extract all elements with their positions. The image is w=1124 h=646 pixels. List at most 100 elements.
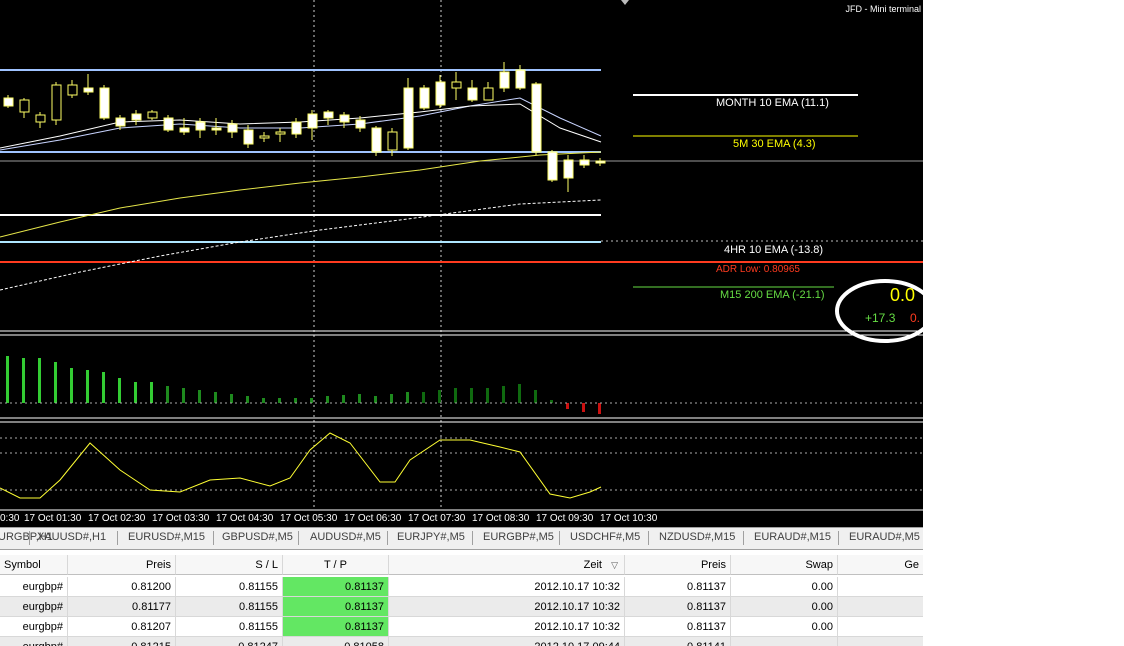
candle-body (499, 71, 510, 89)
column-header-current-price[interactable]: Preis (625, 555, 731, 575)
cell-symbol: eurgbp# (0, 597, 68, 617)
histogram-bar (502, 386, 505, 403)
histogram-bar (150, 382, 153, 403)
time-label: 0:30 (0, 513, 20, 524)
cell-swap: 0.00 (731, 597, 838, 617)
column-header-tp[interactable]: T / P (283, 555, 389, 575)
chart-tab[interactable]: USDCHF#,M5 (570, 531, 640, 543)
column-header-swap[interactable]: Swap (731, 555, 838, 575)
cell-price: 0.81207 (68, 617, 176, 637)
candle-body (147, 111, 158, 119)
histogram-bar (6, 356, 9, 403)
time-label: 17 Oct 01:30 (24, 513, 82, 524)
cell-symbol: eurgbp# (0, 637, 68, 646)
tab-divider (213, 531, 214, 545)
candle-body (179, 127, 190, 133)
candle-body (291, 121, 302, 135)
histogram-bar (134, 382, 137, 403)
candle-body (163, 117, 174, 131)
candle-body (259, 135, 270, 139)
window-title: JFD - Mini terminal (845, 4, 921, 14)
cell-profit (838, 577, 923, 597)
pip-value-green: +17.3 (865, 311, 896, 325)
pip-value-big: 0.0 (890, 285, 916, 305)
candle-body (595, 160, 606, 164)
cell-profit (838, 637, 923, 646)
candle-body (51, 84, 62, 121)
chart-area[interactable]: JFD - Mini terminal MONTH 10 EMA (11.1) … (0, 0, 923, 527)
cell-profit (838, 617, 923, 637)
histogram-bar (214, 392, 217, 403)
histogram-bar (326, 396, 329, 403)
pip-value-red: 0. (910, 311, 921, 325)
chart-tab[interactable]: EURAUD#,M15 (754, 531, 831, 543)
table-row[interactable]: eurgbp#0.812150.812470.810582012.10.17 0… (0, 637, 923, 646)
column-header-time[interactable]: Zeit ▽ (389, 555, 625, 575)
month-ema-label: MONTH 10 EMA (11.1) (716, 97, 829, 109)
histogram-bar (54, 362, 57, 403)
cell-symbol: eurgbp# (0, 617, 68, 637)
column-header-symbol[interactable]: Symbol (0, 555, 68, 575)
chart-tab[interactable]: EURAUD#,M5 (849, 531, 920, 543)
candle-body (19, 99, 30, 113)
ema-dotted (0, 199, 602, 291)
cell-price: 0.81177 (68, 597, 176, 617)
candle-body (99, 87, 110, 119)
candle-body (515, 69, 526, 89)
chart-tab[interactable]: XAUUSD#,H1 (37, 531, 106, 543)
chart-tab[interactable]: AUDUSD#,M5 (310, 531, 381, 543)
candle-body (67, 84, 78, 96)
histogram-bar (374, 396, 377, 403)
cell-current-price: 0.81137 (625, 617, 731, 637)
column-header-profit[interactable]: Ge (838, 555, 923, 575)
tab-divider (743, 531, 744, 545)
chart-tabs-bar: URGBP,H1 XAUUSD#,H1 EURUSD#,M15 GBPUSD#,… (0, 527, 923, 550)
candle-body (35, 114, 46, 123)
chart-tab[interactable]: NZDUSD#,M15 (659, 531, 735, 543)
histogram-bar-negative (598, 403, 601, 414)
cell-time: 2012.10.17 10:32 (389, 577, 625, 597)
oscillator-line (0, 432, 602, 499)
histogram-bar (294, 398, 297, 403)
cell-tp: 0.81058 (283, 637, 389, 646)
candle-body (467, 87, 478, 101)
chart-tab[interactable]: EURJPY#,M5 (397, 531, 465, 543)
m5-ema-label: 5M 30 EMA (4.3) (733, 138, 816, 150)
time-label: 17 Oct 08:30 (472, 513, 530, 524)
column-header-sl[interactable]: S / L (176, 555, 283, 575)
candle-body (323, 111, 334, 119)
tab-divider (387, 531, 388, 545)
tab-divider (648, 531, 649, 545)
candle-body (307, 113, 318, 129)
cell-time: 2012.10.17 09:44 (389, 637, 625, 646)
candle-body (195, 121, 206, 131)
candle-body (579, 159, 590, 166)
candle-body (483, 87, 494, 101)
candle-body (243, 129, 254, 145)
tab-divider (117, 531, 118, 545)
tab-divider (838, 531, 839, 545)
candle-body (419, 87, 430, 109)
column-header-price[interactable]: Preis (68, 555, 176, 575)
histogram-series (6, 356, 601, 414)
histogram-bar (406, 392, 409, 403)
table-header-row: Symbol Preis S / L T / P Zeit ▽ Preis Sw… (0, 555, 923, 575)
table-row[interactable]: eurgbp# 0.81177 0.81155 0.81137 2012.10.17 1… (0, 597, 923, 617)
time-label: 17 Oct 10:30 (600, 513, 658, 524)
histogram-bar (118, 378, 121, 403)
chart-tab[interactable]: GBPUSD#,M5 (222, 531, 293, 543)
chart-tab[interactable]: EURGBP#,M5 (483, 531, 554, 543)
chart-tab[interactable]: EURUSD#,M15 (128, 531, 205, 543)
table-row[interactable]: eurgbp# 0.81207 0.81155 0.81137 2012.10.17 1… (0, 617, 923, 637)
table-row[interactable]: eurgbp# 0.81200 0.81155 0.81137 2012.10.17 1… (0, 577, 923, 597)
cell-sl: 0.81155 (176, 577, 283, 597)
ema-yellow (0, 151, 602, 238)
histogram-bar (22, 358, 25, 403)
m15-ema-label: M15 200 EMA (-21.1) (720, 289, 825, 301)
candle-body (531, 83, 542, 153)
time-label: 17 Oct 09:30 (536, 513, 594, 524)
column-header-time-label: Zeit (583, 559, 602, 571)
candle-body (227, 123, 238, 133)
histogram-bar (70, 368, 73, 403)
candle-body (355, 119, 366, 129)
